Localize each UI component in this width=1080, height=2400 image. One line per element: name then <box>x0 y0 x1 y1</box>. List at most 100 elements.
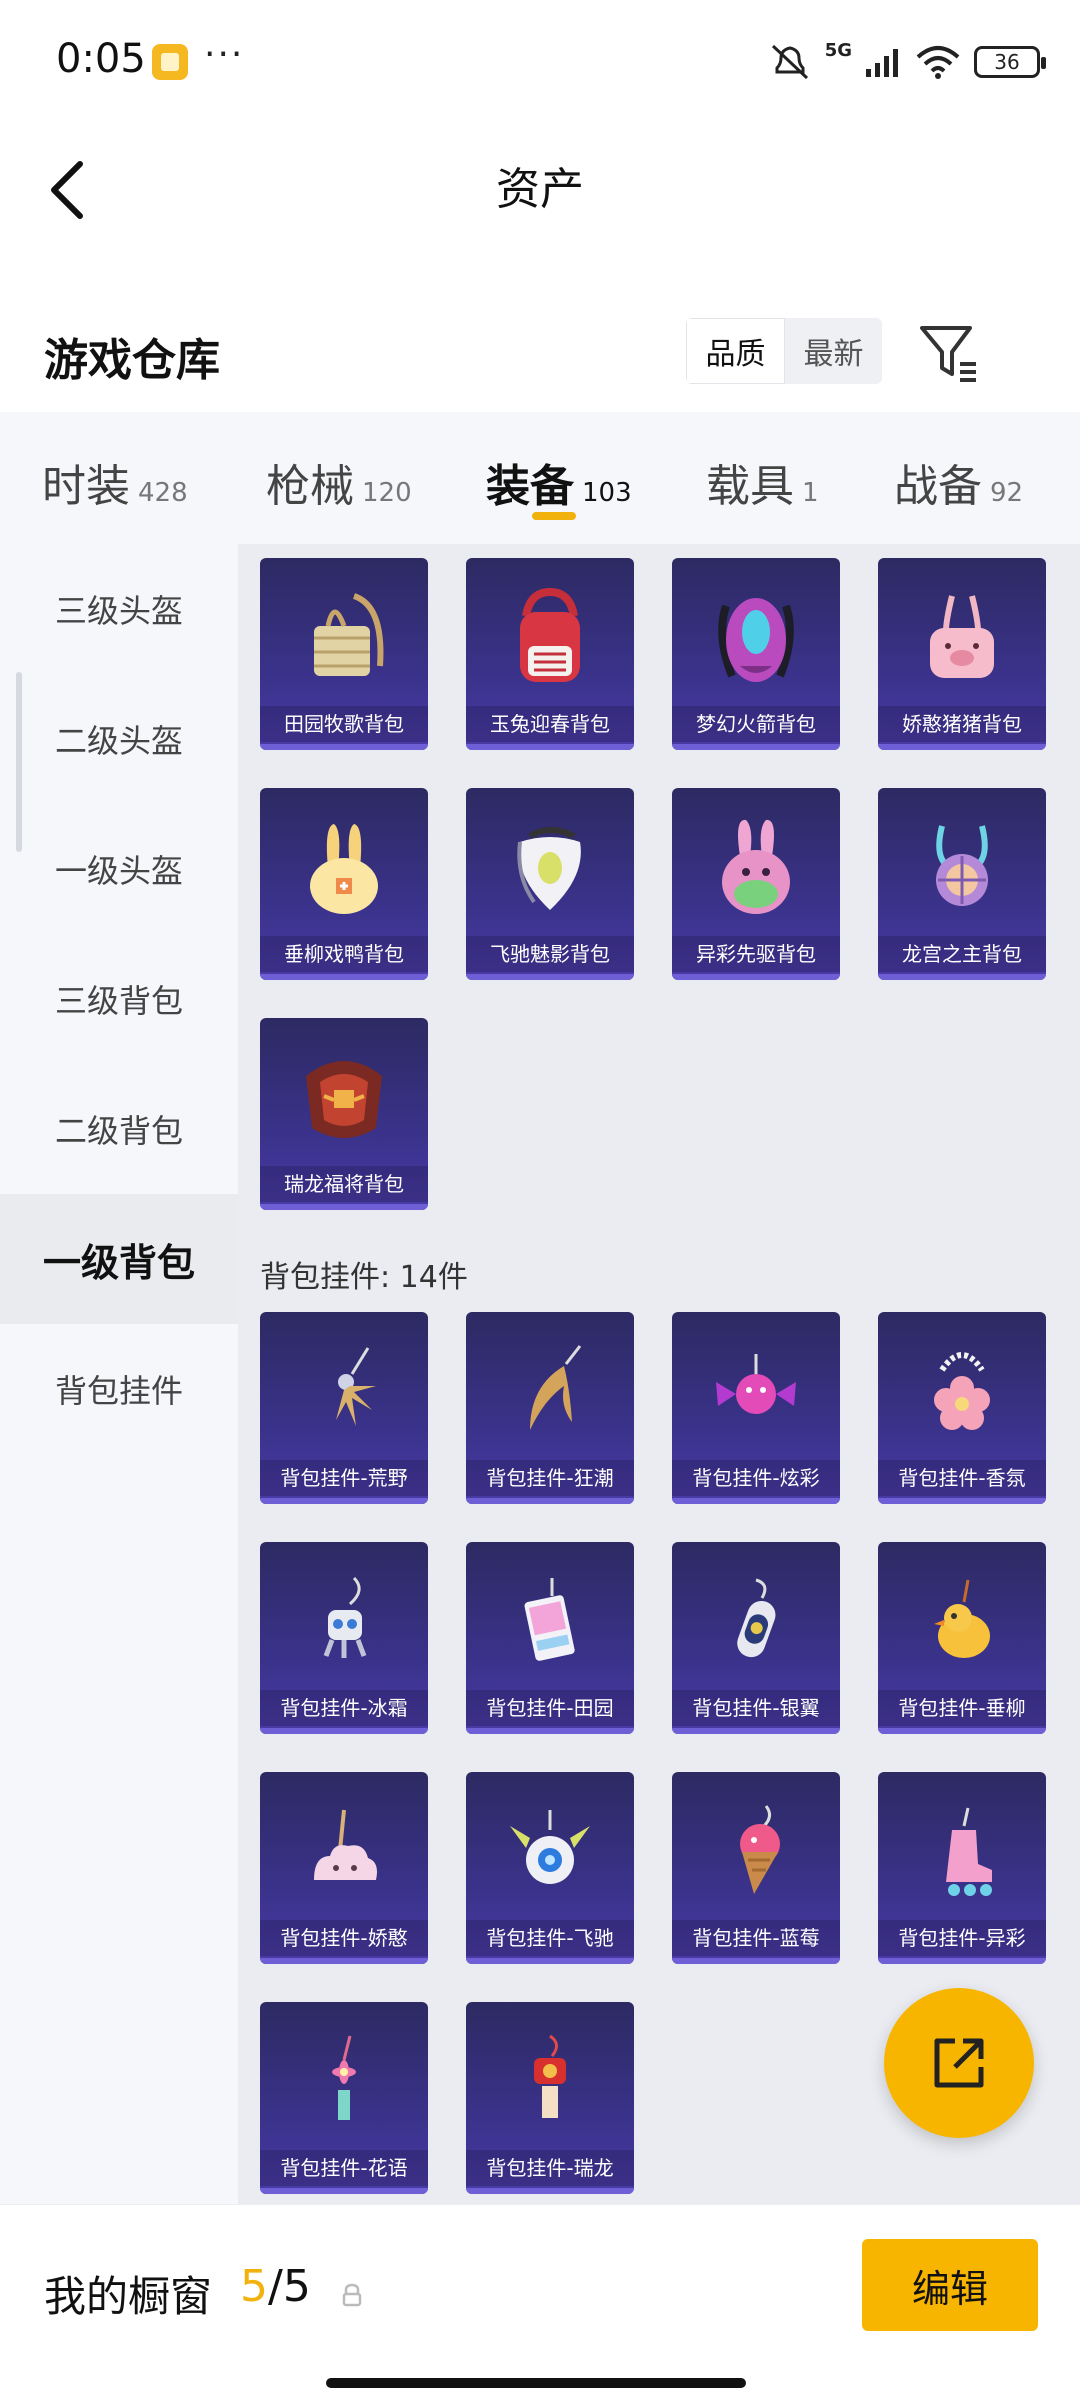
shell-backpack-icon <box>878 796 1046 936</box>
showcase-count-current: 5 <box>240 2261 268 2312</box>
candy-charm-icon <box>672 1320 840 1460</box>
showcase-bar: 我的橱窗 5/5 编辑 <box>0 2204 1080 2400</box>
item-card[interactable]: 背包挂件-香氛 <box>878 1312 1046 1504</box>
item-name: 背包挂件-花语 <box>260 2150 428 2186</box>
filter-button[interactable] <box>914 318 984 388</box>
showcase-count-total: 5 <box>282 2261 311 2312</box>
showcase-count-separator: / <box>268 2261 283 2312</box>
item-card[interactable]: 背包挂件-异彩 <box>878 1772 1046 1964</box>
item-card[interactable]: 异彩先驱背包 <box>672 788 840 980</box>
lucky-charm-icon <box>466 2010 634 2150</box>
sort-quality-button[interactable]: 品质 <box>686 318 785 384</box>
item-name: 玉兔迎春背包 <box>466 706 634 742</box>
pig-backpack-icon <box>878 566 1046 706</box>
tab-label: 时装 <box>42 461 130 512</box>
flower-charm-icon <box>878 1320 1046 1460</box>
item-name: 背包挂件-冰霜 <box>260 1690 428 1726</box>
battery-icon: 36 <box>974 46 1046 78</box>
basket-backpack-icon <box>260 566 428 706</box>
item-name: 背包挂件-银翼 <box>672 1690 840 1726</box>
lock-icon <box>342 2283 362 2307</box>
item-card[interactable]: 梦幻火箭背包 <box>672 558 840 750</box>
item-card[interactable]: 背包挂件-蓝莓 <box>672 1772 840 1964</box>
item-card[interactable]: 背包挂件-田园 <box>466 1542 634 1734</box>
item-card[interactable]: 瑞龙福将背包 <box>260 1018 428 1210</box>
subcategory-sidebar[interactable]: 三级头盔 二级头盔 一级头盔 三级背包 二级背包 一级背包 背包挂件 <box>0 544 238 2204</box>
home-indicator[interactable] <box>326 2378 746 2388</box>
item-name: 背包挂件-娇憨 <box>260 1920 428 1956</box>
white-backpack-icon <box>466 796 634 936</box>
tab-count: 120 <box>362 478 412 508</box>
tab-count: 1 <box>802 478 819 508</box>
sort-newest-button[interactable]: 最新 <box>785 318 882 384</box>
tab-label: 战备 <box>894 461 982 512</box>
sidebar-item-level1-backpack[interactable]: 一级背包 <box>0 1194 238 1324</box>
capsule-charm-icon <box>672 1550 840 1690</box>
icecream-charm-icon <box>672 1780 840 1920</box>
tab-weapons[interactable]: 枪械 120 <box>266 450 412 514</box>
app-header: 资产 <box>0 130 1080 250</box>
item-card[interactable]: 娇憨猪猪背包 <box>878 558 1046 750</box>
item-name: 娇憨猪猪背包 <box>878 706 1046 742</box>
tab-equipment[interactable]: 装备 103 <box>486 450 632 514</box>
item-card[interactable]: 背包挂件-荒野 <box>260 1312 428 1504</box>
sun-charm-icon <box>260 1320 428 1460</box>
item-card[interactable]: 背包挂件-瑞龙 <box>466 2002 634 2194</box>
tab-label: 枪械 <box>266 461 354 512</box>
item-card[interactable]: 背包挂件-冰霜 <box>260 1542 428 1734</box>
item-name: 田园牧歌背包 <box>260 706 428 742</box>
item-card[interactable]: 背包挂件-飞驰 <box>466 1772 634 1964</box>
item-card[interactable]: 背包挂件-花语 <box>260 2002 428 2194</box>
showcase-count: 5/5 <box>240 2261 311 2312</box>
item-card[interactable]: 背包挂件-炫彩 <box>672 1312 840 1504</box>
item-card[interactable]: 背包挂件-银翼 <box>672 1542 840 1734</box>
sidebar-item-level1-helmet[interactable]: 一级头盔 <box>0 804 238 934</box>
orb-charm-icon <box>466 1780 634 1920</box>
card-charm-icon <box>466 1550 634 1690</box>
tab-label: 装备 <box>486 461 574 512</box>
active-tab-indicator <box>532 512 576 520</box>
item-name: 背包挂件-田园 <box>466 1690 634 1726</box>
sidebar-item-level3-helmet[interactable]: 三级头盔 <box>0 544 238 674</box>
skate-charm-icon <box>878 1780 1046 1920</box>
edit-button[interactable]: 编辑 <box>862 2239 1038 2331</box>
pendant-section-title: 背包挂件: 14件 <box>260 1260 468 1295</box>
network-type: 5G <box>824 40 852 61</box>
tab-count: 428 <box>138 478 188 508</box>
dragon-backpack-icon <box>260 1026 428 1166</box>
mute-icon <box>771 44 808 80</box>
item-grid[interactable]: 田园牧歌背包 玉兔迎春背包 梦幻火箭背包 娇憨猪猪背包 垂柳戏鸭背包 飞驰魅影背… <box>238 544 1080 2204</box>
showcase-label: 我的橱窗 <box>44 2272 213 2321</box>
sidebar-item-backpack-pendant[interactable]: 背包挂件 <box>0 1324 238 1454</box>
status-time: 0:05 <box>56 36 146 82</box>
sidebar-item-level2-backpack[interactable]: 二级背包 <box>0 1064 238 1194</box>
sidebar-item-level2-helmet[interactable]: 二级头盔 <box>0 674 238 804</box>
item-card[interactable]: 龙宫之主背包 <box>878 788 1046 980</box>
tab-vehicles[interactable]: 载具 1 <box>706 450 819 514</box>
item-card[interactable]: 背包挂件-垂柳 <box>878 1542 1046 1734</box>
status-bar: 0:05 ··· 5G 36 <box>0 0 1080 130</box>
item-card[interactable]: 垂柳戏鸭背包 <box>260 788 428 980</box>
sort-toggle: 品质 最新 <box>686 318 882 384</box>
tab-supplies[interactable]: 战备 92 <box>894 450 1023 514</box>
sidebar-item-level3-backpack[interactable]: 三级背包 <box>0 934 238 1064</box>
item-card[interactable]: 飞驰魅影背包 <box>466 788 634 980</box>
item-card[interactable]: 田园牧歌背包 <box>260 558 428 750</box>
tab-fashion[interactable]: 时装 428 <box>42 450 188 514</box>
more-notifications-icon: ··· <box>204 34 245 75</box>
blade-charm-icon <box>466 1320 634 1460</box>
wifi-icon <box>916 46 960 79</box>
item-name: 背包挂件-荒野 <box>260 1460 428 1496</box>
item-card[interactable]: 背包挂件-娇憨 <box>260 1772 428 1964</box>
item-card[interactable]: 背包挂件-狂潮 <box>466 1312 634 1504</box>
item-name: 背包挂件-异彩 <box>878 1920 1046 1956</box>
item-card[interactable]: 玉兔迎春背包 <box>466 558 634 750</box>
robot-charm-icon <box>260 1550 428 1690</box>
share-button[interactable] <box>884 1988 1034 2138</box>
tab-count: 92 <box>990 478 1024 508</box>
item-name: 背包挂件-瑞龙 <box>466 2150 634 2186</box>
rocket-backpack-icon <box>672 566 840 706</box>
tab-count: 103 <box>582 478 632 508</box>
item-name: 瑞龙福将背包 <box>260 1166 428 1202</box>
item-name: 背包挂件-飞驰 <box>466 1920 634 1956</box>
